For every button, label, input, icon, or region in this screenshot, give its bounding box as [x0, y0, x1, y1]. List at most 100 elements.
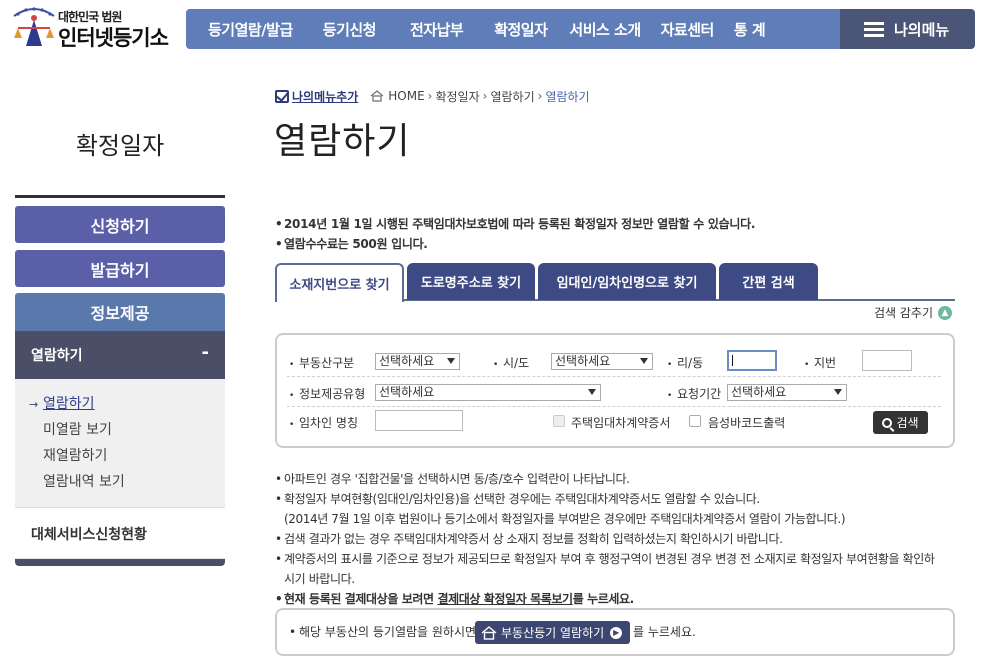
- lnb-alt-service[interactable]: 대체서비스신청현황: [15, 509, 225, 559]
- note-text-continued: (2014년 7월 1일 이후 법원이나 등기소에서 확정일자를 부여받은 경우…: [284, 512, 846, 526]
- registry-view-button[interactable]: 부동산등기 열람하기 ▶: [475, 621, 630, 644]
- voice-barcode-label: 음성바코드출력: [708, 416, 786, 430]
- gnb-service-intro[interactable]: 서비스 소개: [569, 19, 641, 40]
- lease-contract-checkbox[interactable]: [553, 415, 565, 427]
- tab-quick-search[interactable]: 간편 검색: [719, 263, 818, 300]
- chevron-up-icon: ▲: [938, 305, 953, 320]
- jibun-input[interactable]: [862, 350, 912, 371]
- jibun-label: • 지번: [804, 356, 837, 370]
- tab-road-address[interactable]: 도로명주소로 찾기: [407, 263, 535, 300]
- property-type-label-text: 부동산구분: [299, 356, 355, 370]
- gnb-registry-apply[interactable]: 등기신청: [323, 19, 377, 40]
- info-type-select[interactable]: 선택하세요: [375, 384, 601, 401]
- info-type-label-text: 정보제공유형: [299, 387, 366, 401]
- search-form: • 부동산구분 선택하세요 • 시/도 선택하세요 • 리/동 • 지번 • 정보제공유형…: [275, 333, 955, 448]
- search-button-label: 검색: [896, 416, 919, 430]
- tenant-name-label-text: 임차인 명칭: [299, 416, 359, 430]
- tab-lot-number[interactable]: 소재지번으로 찾기: [275, 263, 404, 302]
- sido-value: 선택하세요: [555, 354, 611, 368]
- lnb-sub-view[interactable]: → 열람하기: [15, 393, 225, 419]
- note-text: 검색 결과가 없는 경우 주택임대차계약증서 상 소재지 정보를 정확히 입력하…: [284, 532, 783, 546]
- add-my-menu-link[interactable]: 나의메뉴추가: [275, 88, 358, 105]
- chevron-down-icon: [834, 389, 842, 395]
- house-icon: [481, 625, 497, 640]
- info-type-label: • 정보제공유형: [289, 387, 366, 401]
- court-emblem-icon: [13, 7, 55, 46]
- breadcrumb-separator-icon: ›: [537, 89, 543, 103]
- search-button[interactable]: 검색: [873, 411, 928, 434]
- breadcrumb-item[interactable]: 열람하기: [490, 88, 534, 105]
- lnb-title: 확정일자: [75, 132, 165, 160]
- voice-barcode-checkbox[interactable]: [689, 415, 701, 427]
- notice-line: • 2014년 1월 1일 시행된 주택임대차보호법에 따라 등록된 확정일자 정…: [275, 217, 756, 231]
- notice-text: 2014년 1월 1일 시행된 주택임대차보호법에 따라 등록된 확정일자 정보…: [284, 217, 756, 231]
- lnb-view-label: 열람하기: [31, 348, 83, 364]
- sido-select[interactable]: 선택하세요: [551, 353, 653, 370]
- checkbox-icon: [275, 89, 289, 103]
- payment-list-link[interactable]: 결제대상 확정일자 목록보기: [437, 592, 573, 606]
- hide-search-label: 검색 감추기: [874, 306, 934, 320]
- breadcrumb-separator-icon: ›: [482, 89, 488, 103]
- lnb-issue-button[interactable]: 발급하기: [15, 250, 225, 287]
- ri-dong-input[interactable]: [727, 350, 777, 371]
- property-type-label: • 부동산구분: [289, 356, 355, 370]
- request-period-select[interactable]: 선택하세요: [727, 384, 847, 401]
- search-tabs: 소재지번으로 찾기 도로명주소로 찾기 임대인/임차인명으로 찾기 간편 검색: [275, 263, 955, 302]
- registry-view-button-label: 부동산등기 열람하기: [501, 626, 605, 640]
- logo-main-text: 인터넷등기소: [58, 26, 169, 50]
- breadcrumb-item[interactable]: 확정일자: [435, 88, 479, 105]
- registry-view-pre: 해당 부동산의 등기열람을 원하시면: [299, 625, 477, 639]
- property-type-select[interactable]: 선택하세요: [375, 353, 460, 370]
- lnb-apply-button[interactable]: 신청하기: [15, 206, 225, 243]
- hide-search-toggle[interactable]: 검색 감추기 ▲: [874, 304, 953, 321]
- arrow-right-circle-icon: ▶: [610, 626, 623, 639]
- notice-text: 열람수수료는 500원 입니다.: [284, 237, 428, 251]
- my-menu-label: 나의메뉴: [894, 20, 950, 39]
- collapse-icon[interactable]: -: [202, 342, 209, 363]
- payment-note-text: 현재 등록된 결제대상을 보려면: [284, 592, 434, 606]
- gnb-epayment[interactable]: 전자납부: [410, 19, 464, 40]
- row-divider: [287, 376, 941, 377]
- lnb-view-section[interactable]: 열람하기 -: [15, 331, 225, 379]
- sido-label-text: 시/도: [503, 356, 530, 370]
- lnb-info-button[interactable]: 정보제공: [15, 293, 225, 331]
- gnb-fixed-date[interactable]: 확정일자: [494, 19, 548, 40]
- court-logo[interactable]: 대한민국 법원 인터넷등기소: [8, 6, 178, 50]
- note-line-payment: • 현재 등록된 결제대상을 보려면 결제대상 확정일자 목록보기를 누르세요.: [275, 592, 635, 606]
- breadcrumb-home[interactable]: HOME: [388, 89, 424, 103]
- arrow-right-icon: →: [29, 398, 39, 411]
- note-line: • 검색 결과가 없는 경우 주택임대차계약증서 상 소재지 정보를 정확히 입력…: [275, 532, 783, 546]
- global-nav: 등기열람/발급 등기신청 전자납부 확정일자 서비스 소개 자료센터 통 계: [186, 9, 840, 49]
- note-line: • 확정일자 부여현황(임대인/임차인용)을 선택한 경우에는 주택임대차계약증서…: [275, 492, 760, 506]
- gnb-registry-view[interactable]: 등기열람/발급: [208, 19, 293, 40]
- home-icon: [370, 90, 384, 102]
- lnb-sub-unviewed[interactable]: 미열람 보기: [15, 419, 225, 445]
- note-text-continued: 시기 바랍니다.: [284, 572, 355, 586]
- breadcrumb: 나의메뉴추가 HOME › 확정일자 › 열람하기 › 열람하기: [275, 87, 590, 105]
- tenant-name-input[interactable]: [375, 410, 463, 431]
- property-type-value: 선택하세요: [379, 354, 435, 368]
- request-period-label-text: 요청기간: [677, 387, 722, 401]
- chevron-down-icon: [640, 358, 648, 364]
- payment-note-suffix: 를 누르세요.: [572, 592, 635, 606]
- notice-line: • 열람수수료는 500원 입니다.: [275, 237, 428, 251]
- jibun-label-text: 지번: [814, 356, 837, 370]
- tab-landlord-tenant[interactable]: 임대인/임차인명으로 찾기: [538, 263, 716, 300]
- ri-dong-label: • 리/동: [667, 356, 704, 370]
- ri-dong-label-text: 리/동: [677, 356, 704, 370]
- note-line: • 아파트인 경우 '집합건물'을 선택하시면 동/층/호수 입력란이 나타납니다…: [275, 472, 630, 486]
- chevron-down-icon: [588, 389, 596, 395]
- my-menu-button[interactable]: 나의메뉴: [840, 9, 975, 49]
- gnb-statistics[interactable]: 통 계: [734, 19, 766, 40]
- lnb-sub-view-label: 열람하기: [43, 396, 95, 412]
- lnb-submenu: → 열람하기 미열람 보기 재열람하기 열람내역 보기: [15, 379, 225, 508]
- sido-label: • 시/도: [493, 356, 530, 370]
- lnb-sub-review[interactable]: 재열람하기: [15, 445, 225, 471]
- add-my-menu-label: 나의메뉴추가: [292, 89, 359, 104]
- note-text: 아파트인 경우 '집합건물'을 선택하시면 동/층/호수 입력란이 나타납니다.: [284, 472, 630, 486]
- page-title: 열람하기: [274, 121, 411, 162]
- gnb-resource-center[interactable]: 자료센터: [661, 19, 715, 40]
- tenant-name-label: • 임차인 명칭: [289, 416, 359, 430]
- lnb-sub-history[interactable]: 열람내역 보기: [15, 471, 225, 497]
- registry-view-post: 를 누르세요.: [633, 625, 696, 639]
